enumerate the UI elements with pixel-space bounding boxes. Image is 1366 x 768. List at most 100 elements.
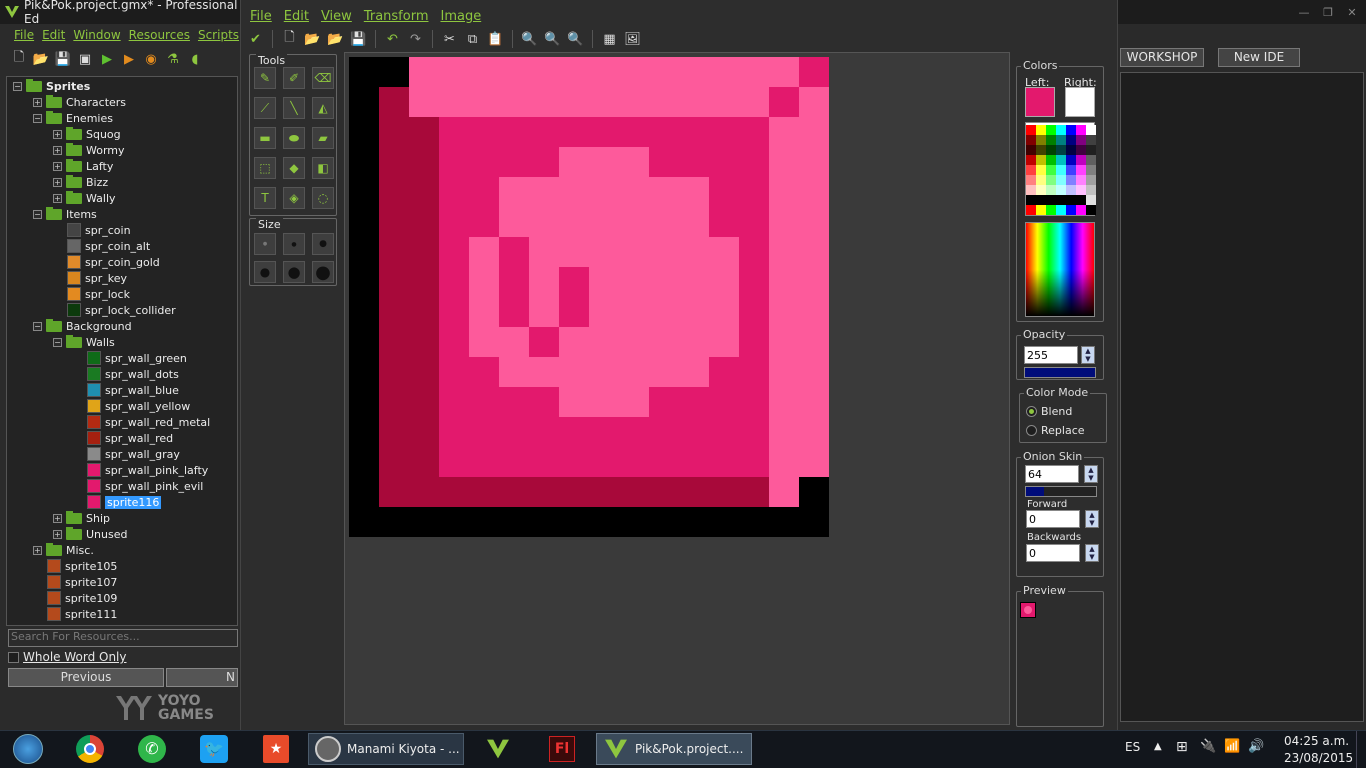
editor-menu-view[interactable]: View: [321, 9, 352, 24]
fill-tool-icon[interactable]: ◈: [283, 187, 305, 209]
taskbar-gamemaker-project[interactable]: Pik&Pok.project....: [596, 733, 752, 765]
palette-swatch[interactable]: [1076, 135, 1086, 145]
palette-swatch[interactable]: [1046, 145, 1056, 155]
ellipse-tool-icon[interactable]: ⬬: [283, 127, 305, 149]
palette-swatch[interactable]: [1046, 165, 1056, 175]
spin-up-icon[interactable]: ▲: [1085, 347, 1090, 355]
palette-swatch[interactable]: [1066, 205, 1076, 215]
tree-folder[interactable]: − Sprites: [13, 78, 90, 94]
debug-icon[interactable]: ▶: [120, 50, 138, 68]
palette-swatch[interactable]: [1086, 195, 1096, 205]
color-spectrum-picker[interactable]: [1025, 222, 1095, 317]
brush-size-1-icon[interactable]: ●: [254, 233, 276, 255]
open-image-icon[interactable]: 📂: [303, 30, 322, 49]
taskbar-whatsapp[interactable]: ✆: [134, 733, 170, 765]
palette-swatch[interactable]: [1036, 205, 1046, 215]
collapse-icon[interactable]: −: [13, 81, 22, 91]
collapse-icon[interactable]: −: [33, 321, 42, 331]
collapse-icon[interactable]: −: [33, 113, 42, 123]
palette-swatch[interactable]: [1056, 145, 1066, 155]
start-button[interactable]: [8, 733, 48, 765]
brush-size-4-icon[interactable]: ●: [254, 261, 276, 283]
copy-icon[interactable]: ⧉: [463, 30, 482, 49]
whatsapp-icon[interactable]: ✆: [138, 735, 166, 763]
select-spray-tool-icon[interactable]: ◧: [312, 157, 334, 179]
palette-swatch[interactable]: [1076, 195, 1086, 205]
tree-folder[interactable]: − Background: [33, 318, 132, 334]
ide-menu-edit[interactable]: Edit: [42, 28, 65, 42]
palette-swatch[interactable]: [1076, 205, 1086, 215]
palette-swatch[interactable]: [1076, 165, 1086, 175]
tree-folder[interactable]: + Ship: [53, 510, 110, 526]
palette-swatch[interactable]: [1086, 155, 1096, 165]
tree-folder[interactable]: − Enemies: [33, 110, 113, 126]
palette-swatch[interactable]: [1056, 195, 1066, 205]
forward-input[interactable]: 0: [1026, 510, 1080, 528]
tree-sprite[interactable]: spr_wall_gray: [87, 446, 180, 462]
tree-sprite[interactable]: sprite107: [47, 574, 117, 590]
tree-sprite[interactable]: spr_lock: [67, 286, 130, 302]
sprite-canvas[interactable]: [349, 57, 829, 537]
next-button[interactable]: N: [166, 668, 238, 687]
palette-swatch[interactable]: [1076, 185, 1086, 195]
ide-menu-file[interactable]: File: [14, 28, 34, 42]
palette-swatch[interactable]: [1086, 185, 1096, 195]
close-icon[interactable]: ✕: [1344, 6, 1360, 19]
tree-sprite[interactable]: spr_wall_green: [87, 350, 187, 366]
text-tool-icon[interactable]: T: [254, 187, 276, 209]
palette-swatch[interactable]: [1056, 165, 1066, 175]
palette-swatch[interactable]: [1056, 125, 1066, 135]
palette-swatch[interactable]: [1026, 185, 1036, 195]
rectangle-tool-icon[interactable]: ▬: [254, 127, 276, 149]
editor-menu-file[interactable]: File: [250, 9, 272, 24]
ide-menu-window[interactable]: Window: [73, 28, 120, 42]
palette-swatch[interactable]: [1026, 165, 1036, 175]
brush-size-2-icon[interactable]: ●: [283, 233, 305, 255]
previous-button[interactable]: Previous: [8, 668, 164, 687]
palette-swatch[interactable]: [1066, 135, 1076, 145]
clean-icon[interactable]: ⚗: [164, 50, 182, 68]
collapse-icon[interactable]: −: [33, 209, 42, 219]
taskbar-flash[interactable]: Fl: [544, 733, 580, 765]
create-icon[interactable]: ◖: [186, 50, 204, 68]
whole-word-option[interactable]: Whole Word Only: [8, 650, 127, 664]
editor-menu-edit[interactable]: Edit: [284, 9, 309, 24]
right-color-swatch[interactable]: [1065, 87, 1095, 117]
blend-radio[interactable]: [1026, 406, 1037, 417]
tree-sprite[interactable]: spr_coin: [67, 222, 131, 238]
onion-skin-input[interactable]: 64: [1025, 465, 1079, 483]
tree-sprite[interactable]: spr_wall_red_metal: [87, 414, 210, 430]
tree-sprite[interactable]: spr_wall_dots: [87, 366, 179, 382]
palette-swatch[interactable]: [1066, 125, 1076, 135]
opacity-spinner[interactable]: ▲ ▼: [1081, 346, 1095, 364]
palette-swatch[interactable]: [1026, 205, 1036, 215]
expand-icon[interactable]: +: [53, 529, 62, 539]
confirm-check-icon[interactable]: ✔: [246, 30, 265, 49]
expand-icon[interactable]: +: [53, 177, 62, 187]
network-icon[interactable]: 📶: [1224, 739, 1240, 754]
palette-swatch[interactable]: [1046, 135, 1056, 145]
backwards-spinner[interactable]: ▲ ▼: [1085, 544, 1099, 562]
spin-down-icon[interactable]: ▼: [1089, 519, 1094, 527]
taskbar-chrome[interactable]: [72, 733, 108, 765]
taskbar-twitter[interactable]: 🐦: [196, 733, 232, 765]
flash-icon[interactable]: Fl: [549, 736, 575, 762]
tree-folder[interactable]: − Walls: [53, 334, 115, 350]
polygon-tool-icon[interactable]: ◭: [312, 97, 334, 119]
expand-icon[interactable]: +: [53, 193, 62, 203]
forward-spinner[interactable]: ▲ ▼: [1085, 510, 1099, 528]
onion-skin-slider[interactable]: [1025, 486, 1097, 497]
palette-swatch[interactable]: [1066, 185, 1076, 195]
tree-sprite[interactable]: spr_coin_gold: [67, 254, 160, 270]
new-project-icon[interactable]: 🗋: [10, 50, 28, 68]
spin-down-icon[interactable]: ▼: [1085, 355, 1090, 363]
color-palette[interactable]: [1025, 122, 1096, 216]
palette-swatch[interactable]: [1026, 155, 1036, 165]
ide-menu-resources[interactable]: Resources: [129, 28, 190, 42]
open-project-icon[interactable]: 📂: [32, 50, 50, 68]
clock-date[interactable]: 23/08/2015: [1284, 751, 1353, 765]
color-picker-tool-icon[interactable]: ⟋: [254, 97, 276, 119]
palette-swatch[interactable]: [1056, 155, 1066, 165]
select-tool-icon[interactable]: ⬚: [254, 157, 276, 179]
eraser-tool-icon[interactable]: ⌫: [312, 67, 334, 89]
